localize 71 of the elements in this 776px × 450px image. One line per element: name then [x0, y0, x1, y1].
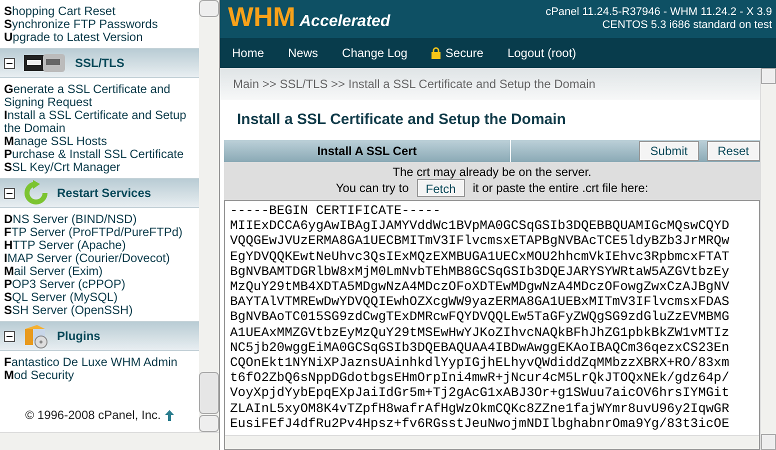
scrollbar-thumb[interactable]: [199, 372, 219, 414]
certificate-line: BgNVBAMTDGRlbW8xMjM0LmNvbTEhMB8GCSqGSIb3DQEJARYSYWRtaW5AZGVtbzEy: [230, 264, 730, 280]
collapse-icon[interactable]: [4, 188, 15, 198]
certificate-line: EgYDVQQKEwtNeUhvc3QsIExMQzEXMBUGA1UECxMOU2hhcmVkIEhvc3RpbmcxFTAT: [230, 248, 730, 264]
collapse-icon[interactable]: [4, 330, 15, 342]
fetch-prefix-text: You can try to: [336, 180, 409, 197]
box-with-disc-icon: [23, 323, 49, 349]
sidebar-link[interactable]: SSH Server (OpenSSH): [4, 304, 196, 317]
certificate-line: CQOnEkt1NYNiXPJaznsUAinhkdlYypIGjhELhyvQWdiddZqMMbzzXBRX+RO/83xm: [230, 355, 730, 370]
certificate-textarea[interactable]: [224, 200, 760, 450]
scroll-up-button[interactable]: [199, 0, 219, 17]
fetch-button[interactable]: Fetch: [416, 179, 465, 197]
sidebar-link[interactable]: Manage SSL Hosts: [4, 135, 196, 148]
nav-link[interactable]: Home: [232, 44, 264, 62]
scroll-down-button[interactable]: [761, 434, 776, 450]
certificate-line: A1UEAxMMZGVtbzEyMzQuY29tMSEwHwYJKoZIhvcNAQkBFhJhZG1pbkBkZW1vMTIz: [230, 324, 730, 340]
certificate-line: VoyXpjdYybEpqEXpJaiIdGr5m+Tj2gAcG1xABJ3Or+g1SWuu7aicOV6hrsIYMGit: [230, 385, 730, 401]
collapse-icon[interactable]: [4, 58, 15, 68]
certificate-line: t6fO2ZbQ6sNppDGdotbgsEHmOrpIni4mwR+jNcur4cM5LrQkJTOQxNEk/gdz64p/: [230, 370, 730, 386]
sidebar-link[interactable]: Synchronize FTP Passwords: [4, 18, 196, 31]
page-title: Install a SSL Certificate and Setup the Domain: [236, 110, 567, 130]
section-title: SSL/TLS: [75, 55, 124, 72]
certificate-line: BgNVBAoTC015SG9zdCwgTExDMRcwFQYDVQQLEw5TaGFyZWQgSG9zdGluZzEVMBMG: [230, 309, 730, 325]
vertical-scrollbar[interactable]: [199, 0, 219, 432]
logo-subtitle: Accelerated: [299, 12, 390, 32]
sidebar-link[interactable]: FTP Server (ProFTPd/PureFTPd): [4, 226, 196, 239]
copyright-text: © 1996-2008 cPanel, Inc.: [25, 407, 161, 424]
sidebar-link[interactable]: SSL Key/Crt Manager: [4, 161, 196, 174]
nav-link[interactable]: Secure: [431, 44, 484, 62]
sidebar-link[interactable]: Mod Security: [4, 369, 196, 382]
section-title: Plugins: [57, 328, 100, 345]
form-button[interactable]: Reset: [706, 141, 760, 161]
up-arrow-icon[interactable]: [164, 410, 174, 420]
nav-link[interactable]: News: [288, 44, 318, 62]
certificate-line: BAYTAlVTMREwDwYDVQQIEwhOZXcgWW9yazERMA8GA1UEBxMITmV3IFlvcmsxFDAS: [230, 294, 730, 310]
sidebar-link[interactable]: HTTP Server (Apache): [4, 239, 196, 252]
sidebar-link[interactable]: IMAP Server (Courier/Dovecot): [4, 252, 196, 265]
sidebar-link[interactable]: Purchase & Install SSL Certificate: [4, 148, 196, 161]
server-text: CENTOS 5.3 i686 standard on test: [602, 19, 772, 32]
scroll-down-button[interactable]: [199, 415, 219, 432]
breadcrumb: Main >> SSL/TLS >> Install a SSL Certificate and Setup the Domain: [220, 68, 760, 100]
note-text: The crt may already be on the server.: [392, 165, 592, 179]
nav-link[interactable]: Logout (root): [507, 44, 576, 62]
section-title: Restart Services: [57, 185, 152, 202]
logo-text: WHM: [228, 4, 296, 31]
padlock-icon: [431, 47, 442, 59]
sidebar-link[interactable]: Fantastico De Luxe WHM Admin: [4, 356, 196, 369]
certificate-line: MIIExDCCA6ygAwIBAgIJAMYVddWc1BVpMA0GCSqGSIb3DQEBBQUAMIGcMQswCQYD: [230, 218, 730, 234]
certificate-line: EusiFEfJ4dfRu2Pv4Hpsz+fv6RGsstJeuNwojmNDIlbghabnrOma9Yg/83t3icOE: [230, 416, 730, 432]
certificate-line: MzQuY29tMB4XDTA5MDgwNzA4MDczOFoXDTEwMDgwNzA4MDczOFowgZwxCzAJBgNV: [230, 279, 730, 294]
sidebar-link[interactable]: Shopping Cart Reset: [4, 5, 196, 18]
mod-ssl-logo-icon: [23, 52, 67, 74]
sidebar-link[interactable]: SQL Server (MySQL): [4, 291, 196, 304]
form-button[interactable]: Submit: [639, 141, 699, 161]
sidebar-link[interactable]: POP3 Server (cPPOP): [4, 278, 196, 291]
certificate-line: NC5jb20wggEiMA0GCSqGSIb3DQEBAQUAA4IBDwAwggEKAoIBAQCm36qezxCS23En: [230, 340, 730, 356]
form-heading: Install A SSL Cert: [224, 140, 510, 162]
certificate-line: VQQGEwJVUzERMA8GA1UECBMITmV3IFlvcmsxETAPBgNVBAcTCE5ldyBZb3JrMRQw: [230, 233, 730, 249]
scroll-up-button[interactable]: [761, 68, 776, 84]
page-vertical-scrollbar[interactable]: [760, 68, 776, 450]
circular-arrow-icon: [23, 180, 49, 206]
certificate-line: -----BEGIN CERTIFICATE-----: [230, 203, 442, 218]
sidebar-link[interactable]: DNS Server (BIND/NSD): [4, 213, 196, 226]
sidebar-link[interactable]: Upgrade to Latest Version: [4, 31, 196, 44]
textarea-horizontal-scrollbar[interactable]: [225, 435, 759, 449]
version-text: cPanel 11.24.5-R37946 - WHM 11.24.2 - X 3.9: [546, 6, 772, 19]
nav-link[interactable]: Change Log: [342, 44, 408, 62]
sidebar-link[interactable]: Mail Server (Exim): [4, 265, 196, 278]
horizontal-scrollbar[interactable]: [0, 432, 219, 450]
fetch-suffix-text: it or paste the entire .crt file here:: [472, 180, 648, 197]
certificate-line: ZLAInL5xyOM8K4vTZpfH8wafrAfHgWzOkmCQKc8ZZne1fajWYmr8uvU96y2IqwGR: [230, 400, 730, 416]
